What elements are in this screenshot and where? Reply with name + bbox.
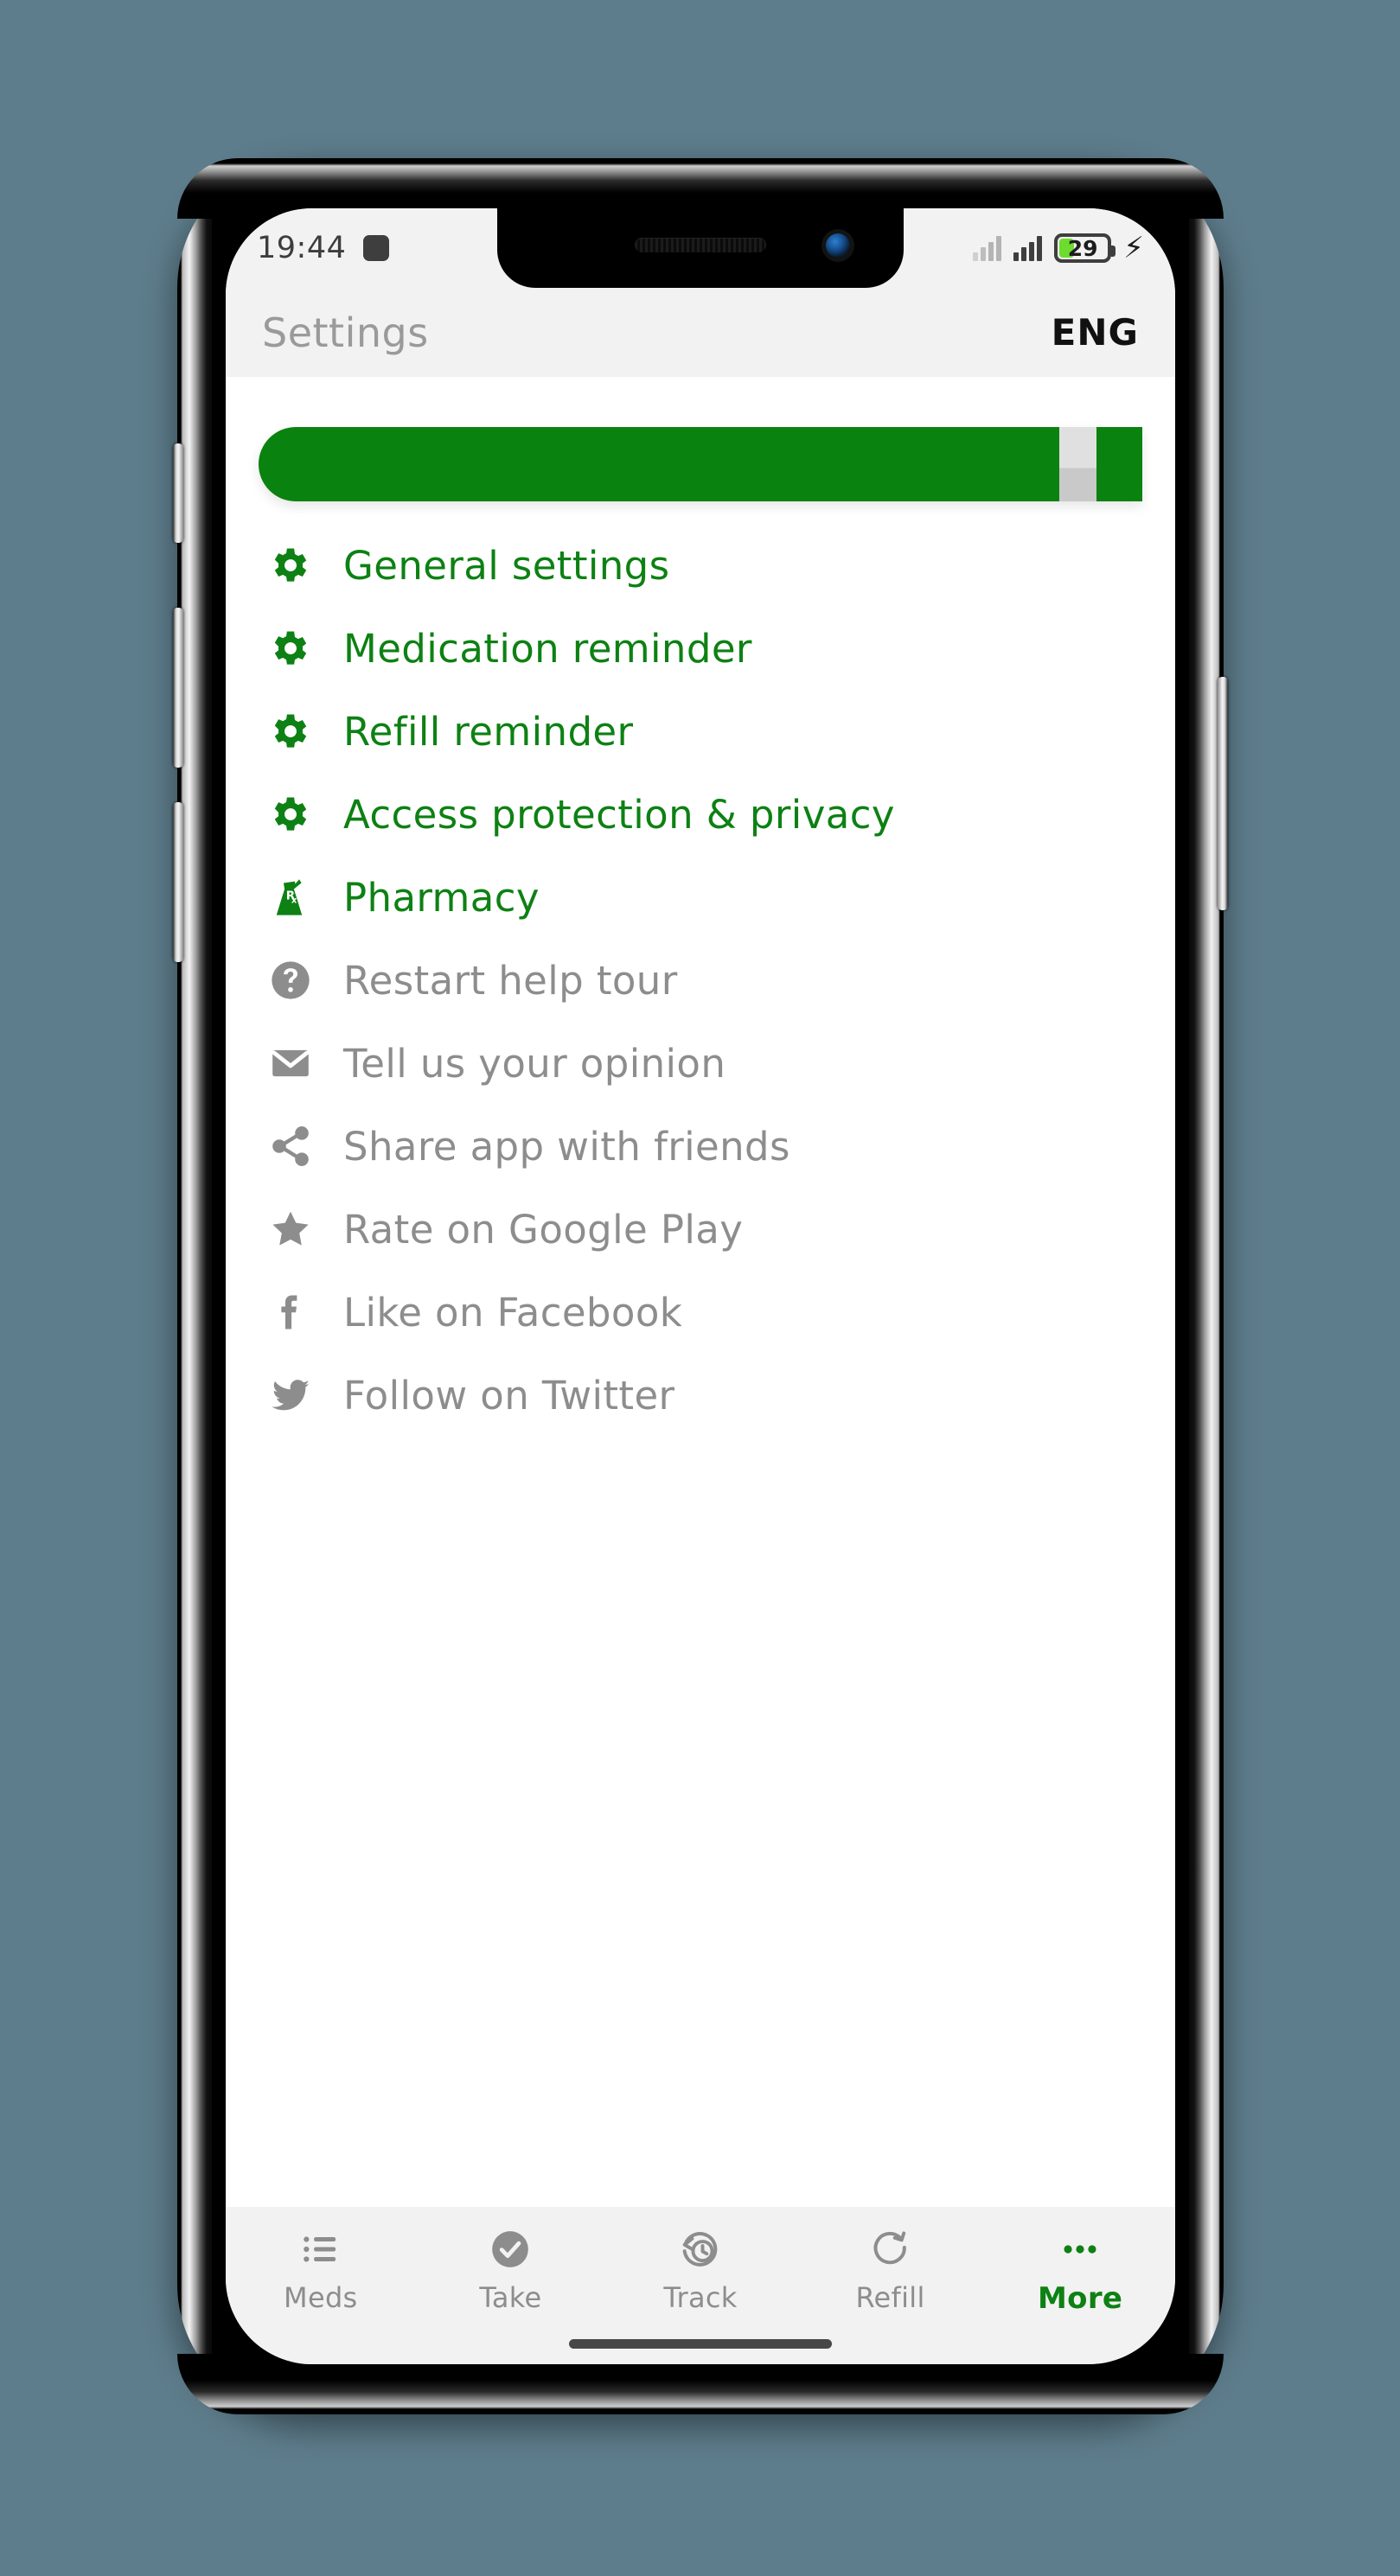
battery-level-label: 29 bbox=[1067, 235, 1098, 261]
front-camera-icon bbox=[826, 233, 850, 258]
progress-banner[interactable] bbox=[259, 427, 1142, 501]
charging-bolt-icon: ⚡ bbox=[1123, 231, 1144, 265]
star-icon bbox=[265, 1207, 316, 1252]
check-circle-icon bbox=[489, 2226, 532, 2273]
volume-down-button[interactable] bbox=[173, 802, 183, 962]
refresh-icon bbox=[869, 2226, 912, 2273]
pharmacy-rx-icon: Rx bbox=[265, 875, 316, 920]
svg-text:x: x bbox=[291, 896, 297, 906]
menu-item-label: Follow on Twitter bbox=[343, 1372, 675, 1419]
settings-content: General settings Medication reminder Refil… bbox=[226, 377, 1175, 2207]
banner-gap bbox=[1059, 427, 1096, 501]
gear-icon bbox=[265, 709, 316, 754]
signal-bars-icon bbox=[1013, 235, 1043, 261]
menu-item-refill-reminder[interactable]: Refill reminder bbox=[226, 690, 1175, 773]
facebook-icon bbox=[265, 1290, 316, 1335]
envelope-icon bbox=[265, 1041, 316, 1086]
phone-screen: 19:44 29 ⚡ Settings ENG General settings… bbox=[226, 208, 1175, 2364]
menu-item-tell-us-your-opinion[interactable]: Tell us your opinion bbox=[226, 1022, 1175, 1105]
settings-menu-list: General settings Medication reminder Refil… bbox=[226, 517, 1175, 1437]
menu-item-share-app-with-friends[interactable]: Share app with friends bbox=[226, 1105, 1175, 1188]
menu-item-follow-on-twitter[interactable]: Follow on Twitter bbox=[226, 1354, 1175, 1437]
menu-item-pharmacy[interactable]: Rx Pharmacy bbox=[226, 856, 1175, 939]
menu-item-label: Tell us your opinion bbox=[343, 1040, 726, 1087]
status-bar-left: 19:44 bbox=[257, 231, 390, 265]
nav-tab-take[interactable]: Take bbox=[416, 2226, 606, 2314]
gear-icon bbox=[265, 626, 316, 671]
menu-item-label: Medication reminder bbox=[343, 625, 752, 672]
menu-item-rate-on-google-play[interactable]: Rate on Google Play bbox=[226, 1188, 1175, 1271]
menu-item-restart-help-tour[interactable]: Restart help tour bbox=[226, 939, 1175, 1022]
nav-tab-meds[interactable]: Meds bbox=[226, 2226, 416, 2314]
menu-item-access-protection-privacy[interactable]: Access protection & privacy bbox=[226, 773, 1175, 856]
twitter-icon bbox=[265, 1373, 316, 1418]
menu-item-label: Rate on Google Play bbox=[343, 1206, 744, 1253]
volume-up-button[interactable] bbox=[173, 608, 183, 768]
device-notch bbox=[497, 208, 904, 288]
menu-item-label: Like on Facebook bbox=[343, 1289, 683, 1336]
ellipsis-icon bbox=[1058, 2226, 1102, 2273]
language-toggle-button[interactable]: ENG bbox=[1052, 311, 1139, 354]
nav-tab-refill[interactable]: Refill bbox=[796, 2226, 986, 2314]
menu-item-general-settings[interactable]: General settings bbox=[226, 524, 1175, 607]
signal-bars-dim-icon bbox=[973, 235, 1002, 261]
list-icon bbox=[299, 2226, 342, 2273]
nav-tab-label: Meds bbox=[284, 2281, 358, 2314]
menu-item-medication-reminder[interactable]: Medication reminder bbox=[226, 607, 1175, 690]
app-header: Settings ENG bbox=[226, 288, 1175, 377]
status-bar-right: 29 ⚡ bbox=[973, 233, 1144, 263]
menu-item-label: Share app with friends bbox=[343, 1123, 790, 1170]
home-indicator[interactable] bbox=[569, 2339, 832, 2349]
menu-item-label: Access protection & privacy bbox=[343, 791, 895, 838]
menu-item-label: Restart help tour bbox=[343, 957, 678, 1004]
history-clock-icon bbox=[679, 2226, 722, 2273]
nav-tab-label: Track bbox=[663, 2281, 738, 2314]
silent-switch-button[interactable] bbox=[173, 443, 183, 543]
nav-tab-track[interactable]: Track bbox=[605, 2226, 796, 2314]
share-icon bbox=[265, 1124, 316, 1169]
gear-icon bbox=[265, 792, 316, 837]
page-title: Settings bbox=[262, 309, 429, 356]
menu-item-label: Refill reminder bbox=[343, 708, 634, 755]
gear-icon bbox=[265, 543, 316, 588]
earpiece-speaker-icon bbox=[635, 238, 766, 252]
power-button[interactable] bbox=[1218, 677, 1228, 910]
nav-tab-label: More bbox=[1038, 2281, 1123, 2316]
menu-item-label: Pharmacy bbox=[343, 874, 540, 921]
battery-icon: 29 bbox=[1054, 233, 1116, 263]
nav-tab-more[interactable]: More bbox=[985, 2226, 1175, 2316]
menu-item-like-on-facebook[interactable]: Like on Facebook bbox=[226, 1271, 1175, 1354]
status-clock: 19:44 bbox=[257, 231, 347, 265]
nav-tab-label: Take bbox=[479, 2281, 542, 2314]
nav-tab-label: Refill bbox=[855, 2281, 925, 2314]
help-circle-icon bbox=[265, 958, 316, 1003]
menu-item-label: General settings bbox=[343, 542, 670, 589]
banner-container bbox=[226, 377, 1175, 517]
square-notification-icon bbox=[363, 235, 390, 261]
